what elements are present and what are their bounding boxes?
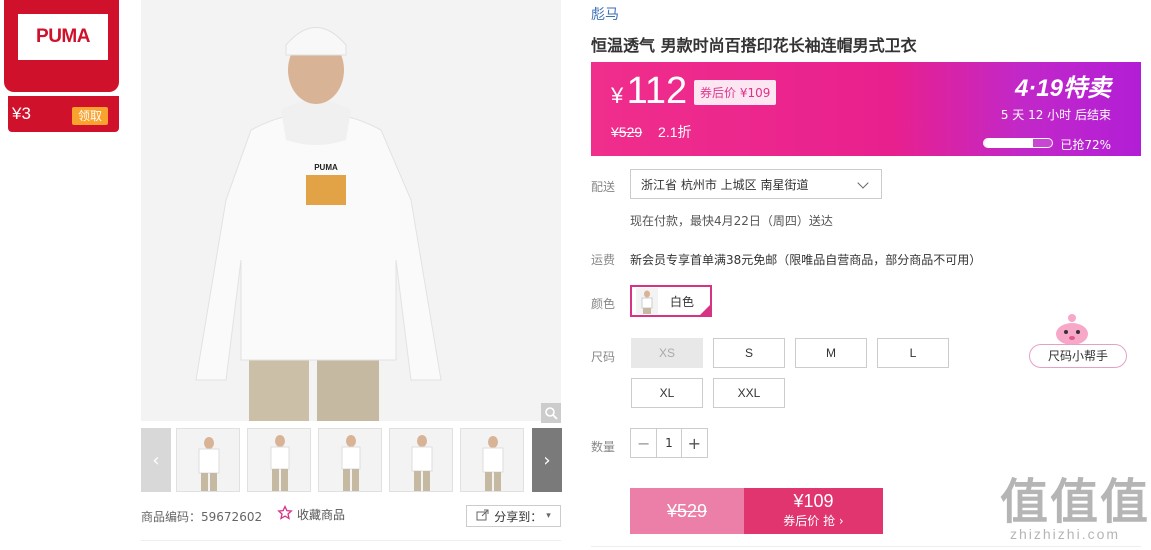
buy-now-button[interactable]: ¥109 券后价 抢 › [744, 488, 883, 534]
thumbnail[interactable] [247, 428, 311, 492]
quantity-value[interactable]: 1 [656, 429, 682, 457]
coupon-header: PUMA [4, 0, 119, 92]
size-option-xs: XS [631, 338, 703, 368]
claim-coupon-button[interactable]: 领取 [72, 107, 108, 125]
chevron-left-icon[interactable]: ‹ [141, 428, 171, 492]
thumbnail[interactable] [176, 428, 240, 492]
quantity-increment-button[interactable]: + [682, 429, 707, 457]
brand-logo: PUMA [18, 14, 108, 60]
favorite-button[interactable]: 收藏商品 [277, 504, 346, 524]
chevron-right-icon[interactable]: › [532, 428, 562, 492]
checkmark-icon [698, 303, 712, 317]
chevron-down-icon [857, 177, 869, 189]
sku-value: 59672602 [201, 510, 263, 524]
magnifier-icon[interactable] [541, 403, 561, 423]
size-option-m[interactable]: M [795, 338, 867, 368]
size-option-l[interactable]: L [877, 338, 949, 368]
watermark-logo: 值值值 [1000, 474, 1151, 530]
color-name: 白色 [670, 294, 695, 309]
discount-rate: 2.1折 [658, 124, 692, 140]
after-coupon-value: ¥109 [739, 86, 771, 100]
sold-progress-fill [984, 139, 1033, 147]
thumbnail[interactable] [389, 428, 453, 492]
share-icon [476, 509, 490, 524]
share-label: 分享到： [494, 509, 543, 524]
sold-progress-text: 已抢72% [1060, 138, 1111, 152]
price-banner: ¥ 112 券后价 ¥109 ¥529 2.1折 4·19特卖 5 天 12 小… [591, 62, 1141, 156]
chevron-right-icon: › [838, 514, 844, 528]
size-helper-button[interactable]: 尺码小帮手 [1029, 344, 1127, 368]
buy-label: 券后价 抢 › [744, 512, 883, 529]
divider [141, 540, 561, 541]
sold-progress-bar [983, 138, 1053, 148]
brand-link[interactable]: 彪马 [591, 4, 619, 24]
shipping-label: 运费 [591, 253, 616, 267]
divider [591, 546, 1141, 547]
buy-price: ¥109 [793, 491, 834, 511]
thumbnail[interactable] [318, 428, 382, 492]
quantity-decrement-button[interactable]: − [631, 429, 656, 457]
svg-text:PUMA: PUMA [314, 163, 338, 172]
caret-down-icon: ▾ [546, 511, 551, 521]
address-text: 浙江省 杭州市 上城区 南星街道 [641, 177, 809, 192]
delivery-note: 现在付款，最快4月22日（周四）送达 [630, 214, 833, 228]
buy-label-text: 券后价 抢 [783, 514, 836, 528]
brand-logo-text: PUMA [36, 26, 90, 47]
share-button[interactable]: 分享到： ▾ [466, 505, 561, 527]
original-price: ¥529 [611, 124, 643, 140]
buy-original-price[interactable]: ¥529 [630, 488, 744, 534]
delivery-label: 配送 [591, 180, 616, 194]
sku-code: 商品编码：59672602 [141, 508, 262, 525]
size-label: 尺码 [591, 350, 616, 364]
price-value: 112 [626, 70, 688, 112]
quantity-label: 数量 [591, 440, 616, 454]
current-price: ¥ 112 [611, 70, 687, 113]
size-option-xl[interactable]: XL [631, 378, 703, 408]
product-photo: PUMA [141, 0, 561, 421]
thumbnail[interactable] [460, 428, 524, 492]
color-label: 颜色 [591, 297, 616, 311]
favorite-label: 收藏商品 [297, 508, 346, 522]
color-swatch [636, 288, 658, 314]
address-selector[interactable]: 浙江省 杭州市 上城区 南星街道 [630, 169, 882, 199]
mascot-icon [1052, 312, 1092, 346]
product-main-image[interactable]: PUMA [141, 0, 561, 421]
size-option-s[interactable]: S [713, 338, 785, 368]
shipping-text: 新会员专享首单满38元免邮（限唯品自营商品，部分商品不可用） [630, 253, 982, 267]
original-price-line: ¥529 2.1折 [611, 122, 692, 142]
watermark: 值值值 zhizhizhi.com [1000, 462, 1150, 542]
after-coupon-label: 券后价 [700, 86, 737, 100]
quantity-stepper: − 1 + [630, 428, 708, 458]
product-title: 恒温透气 男款时尚百搭印花长袖连帽男式卫衣 [591, 36, 917, 55]
color-option-white[interactable]: 白色 [630, 285, 712, 317]
countdown: 5 天 12 小时 后结束 [1000, 108, 1111, 122]
size-option-xxl[interactable]: XXL [713, 378, 785, 408]
star-icon [277, 504, 293, 524]
price-currency: ¥ [611, 83, 624, 108]
sku-label: 商品编码： [141, 510, 202, 524]
coupon-amount: ¥3 [12, 104, 31, 123]
event-title: 4·19特卖 [1014, 75, 1111, 102]
after-coupon-badge: 券后价 ¥109 [694, 80, 777, 105]
